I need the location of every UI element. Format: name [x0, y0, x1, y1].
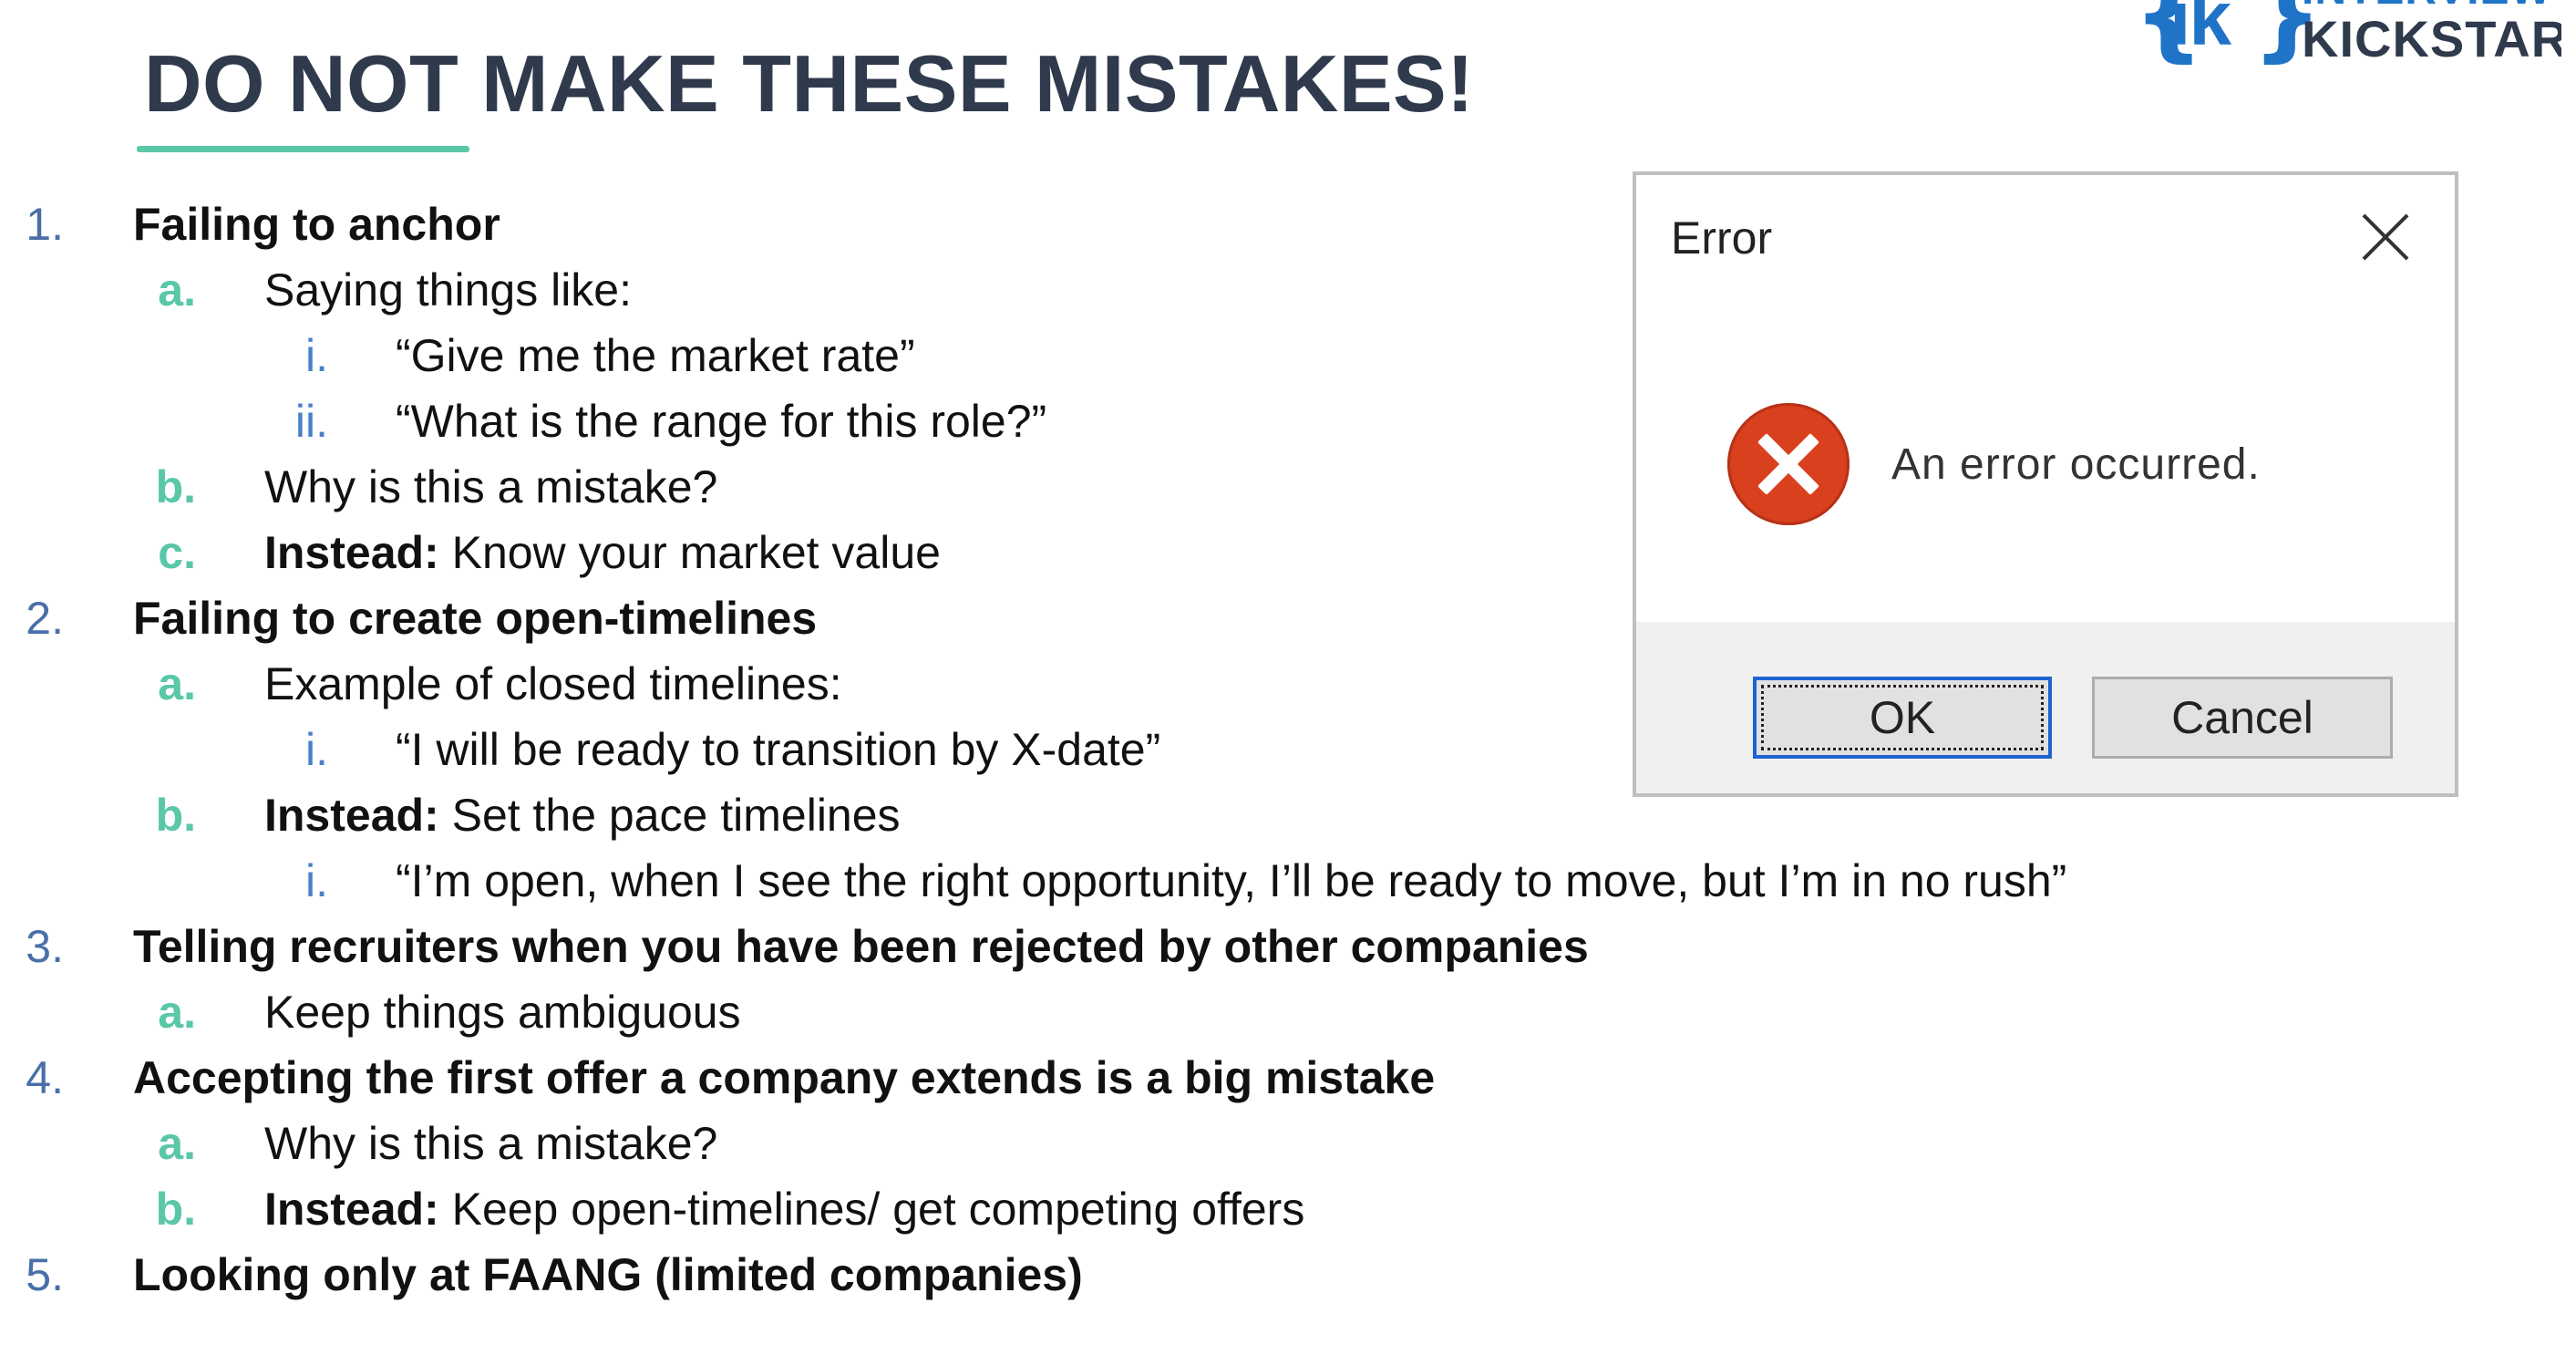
instead-label: Instead: [264, 1184, 439, 1235]
list-marker: ii. [294, 396, 328, 447]
list-item-text: Failing to anchor [133, 199, 500, 250]
list-marker: 4. [26, 1052, 64, 1103]
error-dialog: Error An error occurred. OK Cancel [1633, 171, 2458, 797]
list-marker: 5. [26, 1249, 64, 1300]
list-item-text: Example of closed timelines: [264, 658, 842, 709]
instead-label: Instead: [264, 527, 439, 578]
list-marker: a. [158, 987, 196, 1038]
logo-line-2: KICKSTART [2302, 10, 2561, 67]
list-marker: b. [155, 790, 196, 841]
instead-text: Set the pace timelines [438, 790, 901, 841]
logo-mark: ik [2169, 0, 2231, 61]
cancel-button[interactable]: Cancel [2092, 677, 2393, 759]
list-item-text: Accepting the first offer a company exte… [133, 1052, 1436, 1103]
dialog-button-bar: OK Cancel [1636, 622, 2455, 793]
instead-text: Know your market value [438, 527, 941, 578]
list-marker: a. [158, 264, 196, 315]
instead-text: Keep open-timelines/ get competing offer… [438, 1184, 1305, 1235]
list-marker: i. [305, 724, 328, 775]
list-item-text: “I’m open, when I see the right opportun… [396, 855, 2067, 906]
list-marker: 2. [26, 593, 64, 644]
close-icon[interactable] [2358, 210, 2413, 264]
list-item-text: Instead: Set the pace timelines [264, 792, 901, 838]
error-icon [1727, 403, 1850, 525]
list-marker: i. [305, 855, 328, 906]
list-marker: b. [155, 1184, 196, 1235]
list-item-text: Failing to create open-timelines [133, 593, 818, 644]
list-marker: a. [158, 658, 196, 709]
list-marker: b. [155, 461, 196, 512]
list-marker: i. [305, 330, 328, 381]
list-marker: 3. [26, 921, 64, 972]
list-item-text: Keep things ambiguous [264, 987, 741, 1038]
list-item-text: “Give me the market rate” [396, 330, 915, 381]
slide-title: DO NOT MAKE THESE MISTAKES! [144, 38, 1475, 129]
list-item-text: Why is this a mistake? [264, 461, 718, 512]
list-marker: 1. [26, 199, 64, 250]
list-marker: c. [158, 527, 196, 578]
title-underline [137, 146, 469, 152]
list-item-text: Looking only at FAANG (limited companies… [133, 1249, 1083, 1300]
list-item-text: “What is the range for this role?” [396, 396, 1047, 447]
interview-kickstart-logo: { ik } INTERVIEW KICKSTART [2133, 0, 2561, 73]
instead-label: Instead: [264, 790, 439, 841]
list-item-text: Instead: Know your market value [264, 530, 941, 575]
list-item-text: Telling recruiters when you have been re… [133, 921, 1589, 972]
dialog-message: An error occurred. [1891, 440, 2261, 489]
list-item-text: Why is this a mistake? [264, 1118, 718, 1169]
list-marker: a. [158, 1118, 196, 1169]
dialog-title: Error [1671, 212, 1773, 264]
ok-button[interactable]: OK [1753, 677, 2052, 759]
list-item-text: “I will be ready to transition by X-date… [396, 724, 1161, 775]
list-item-text: Instead: Keep open-timelines/ get compet… [264, 1186, 1304, 1232]
list-item-text: Saying things like: [264, 264, 633, 315]
